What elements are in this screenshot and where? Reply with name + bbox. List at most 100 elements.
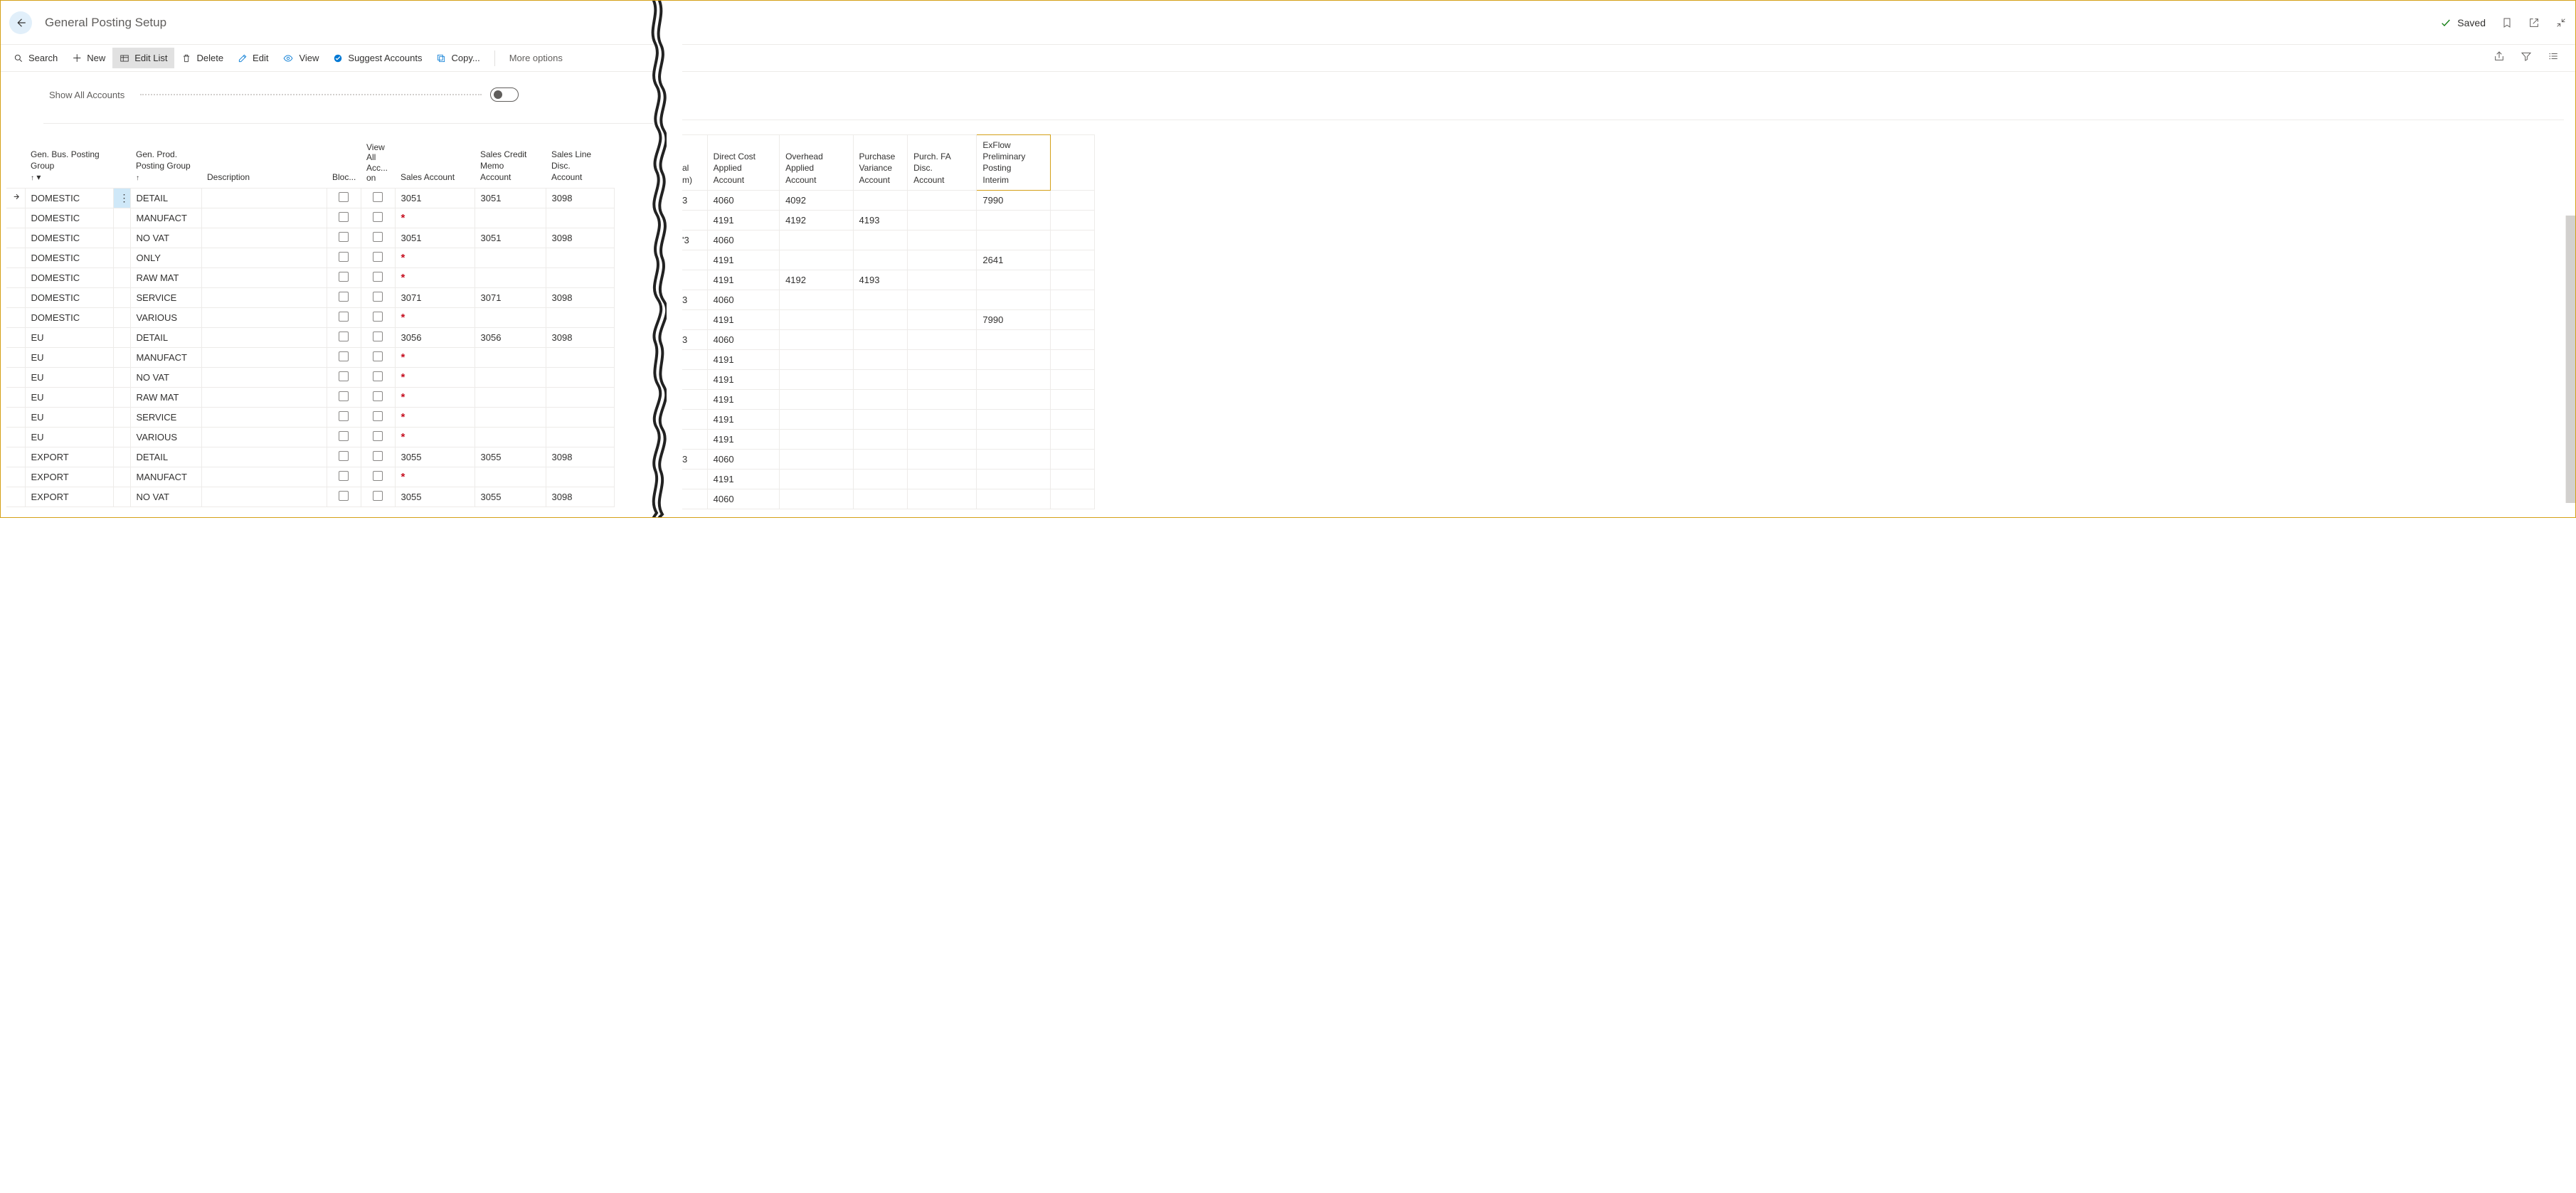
- cell-blocked[interactable]: [327, 208, 361, 228]
- cell-gen-bus[interactable]: EXPORT: [25, 467, 113, 487]
- cell-cut[interactable]: [682, 409, 707, 429]
- cell-blocked[interactable]: [327, 487, 361, 507]
- cell-description[interactable]: [201, 208, 327, 228]
- cell-overhead[interactable]: [780, 449, 853, 469]
- cell-gen-prod[interactable]: DETAIL: [130, 188, 201, 208]
- row-menu[interactable]: [113, 467, 130, 487]
- collapse-button[interactable]: [2555, 13, 2567, 33]
- cell-exflow[interactable]: [977, 230, 1050, 250]
- col-overhead[interactable]: OverheadAppliedAccount: [780, 135, 853, 191]
- cell-gen-prod[interactable]: NO VAT: [130, 228, 201, 248]
- cell-purchase-variance[interactable]: [853, 369, 908, 389]
- table-row[interactable]: 34060: [682, 449, 1095, 469]
- cell-sales-account[interactable]: *: [395, 367, 475, 387]
- cell-purch-fa[interactable]: [908, 329, 977, 349]
- cell-view-all[interactable]: [361, 287, 395, 307]
- cell-gen-prod[interactable]: SERVICE: [130, 287, 201, 307]
- cell-cut[interactable]: [682, 469, 707, 489]
- table-row[interactable]: 4060: [682, 489, 1095, 509]
- cell-gen-bus[interactable]: DOMESTIC: [25, 307, 113, 327]
- row-menu[interactable]: [113, 307, 130, 327]
- table-row[interactable]: 419141924193: [682, 210, 1095, 230]
- row-indicator[interactable]: [6, 447, 25, 467]
- row-indicator[interactable]: [6, 347, 25, 367]
- cell-gen-prod[interactable]: RAW MAT: [130, 267, 201, 287]
- cell-purch-fa[interactable]: [908, 210, 977, 230]
- table-row[interactable]: 41917990: [682, 309, 1095, 329]
- cell-cut[interactable]: 3: [682, 190, 707, 210]
- cell-blocked[interactable]: [327, 248, 361, 267]
- row-indicator[interactable]: [6, 307, 25, 327]
- cell-direct-cost[interactable]: 4191: [707, 409, 779, 429]
- row-menu[interactable]: [113, 347, 130, 367]
- cell-cut[interactable]: [682, 270, 707, 290]
- cell-view-all[interactable]: [361, 188, 395, 208]
- cell-sales-credit[interactable]: 3055: [475, 487, 546, 507]
- row-indicator[interactable]: [6, 267, 25, 287]
- cell-gen-prod[interactable]: MANUFACT: [130, 467, 201, 487]
- cell-view-all[interactable]: [361, 367, 395, 387]
- cell-overhead[interactable]: [780, 309, 853, 329]
- cell-blocked[interactable]: [327, 447, 361, 467]
- cell-gen-bus[interactable]: EU: [25, 367, 113, 387]
- cell-direct-cost[interactable]: 4191: [707, 389, 779, 409]
- cell-description[interactable]: [201, 248, 327, 267]
- cell-view-all[interactable]: [361, 347, 395, 367]
- table-row[interactable]: 41912641: [682, 250, 1095, 270]
- cell-sales-account[interactable]: 3071: [395, 287, 475, 307]
- search-button[interactable]: Search: [6, 48, 65, 68]
- cell-description[interactable]: [201, 347, 327, 367]
- cell-sales-line-disc[interactable]: 3098: [546, 287, 614, 307]
- table-row[interactable]: '34060: [682, 230, 1095, 250]
- cell-gen-prod[interactable]: RAW MAT: [130, 387, 201, 407]
- back-button[interactable]: [9, 11, 32, 34]
- cell-view-all[interactable]: [361, 387, 395, 407]
- row-indicator[interactable]: [6, 287, 25, 307]
- cell-purchase-variance[interactable]: [853, 489, 908, 509]
- cell-blocked[interactable]: [327, 347, 361, 367]
- cell-sales-account[interactable]: *: [395, 208, 475, 228]
- cell-sales-line-disc[interactable]: [546, 307, 614, 327]
- cell-view-all[interactable]: [361, 447, 395, 467]
- cell-description[interactable]: [201, 387, 327, 407]
- cell-direct-cost[interactable]: 4191: [707, 469, 779, 489]
- cell-blocked[interactable]: [327, 228, 361, 248]
- cell-overhead[interactable]: [780, 230, 853, 250]
- table-row[interactable]: DOMESTICONLY*: [6, 248, 614, 267]
- cell-direct-cost[interactable]: 4191: [707, 349, 779, 369]
- cell-purch-fa[interactable]: [908, 250, 977, 270]
- cell-purch-fa[interactable]: [908, 429, 977, 449]
- cell-sales-line-disc[interactable]: 3098: [546, 188, 614, 208]
- cell-purchase-variance[interactable]: [853, 329, 908, 349]
- cell-direct-cost[interactable]: 4191: [707, 369, 779, 389]
- table-row[interactable]: DOMESTIC⋮DETAIL305130513098: [6, 188, 614, 208]
- edit-button[interactable]: Edit: [230, 48, 275, 68]
- cell-sales-credit[interactable]: [475, 347, 546, 367]
- row-menu[interactable]: [113, 287, 130, 307]
- cell-direct-cost[interactable]: 4191: [707, 270, 779, 290]
- cell-purchase-variance[interactable]: [853, 190, 908, 210]
- cell-gen-prod[interactable]: VARIOUS: [130, 427, 201, 447]
- cell-direct-cost[interactable]: 4060: [707, 230, 779, 250]
- cell-gen-prod[interactable]: DETAIL: [130, 447, 201, 467]
- cell-purchase-variance[interactable]: [853, 429, 908, 449]
- cell-view-all[interactable]: [361, 487, 395, 507]
- col-view-all[interactable]: ViewAllAcc...on: [361, 138, 395, 188]
- bookmark-button[interactable]: [2501, 13, 2513, 33]
- cell-exflow[interactable]: [977, 389, 1050, 409]
- cell-gen-bus[interactable]: EXPORT: [25, 487, 113, 507]
- table-row[interactable]: 4191: [682, 389, 1095, 409]
- cell-sales-line-disc[interactable]: 3098: [546, 487, 614, 507]
- cell-direct-cost[interactable]: 4060: [707, 290, 779, 309]
- new-button[interactable]: ＋ New: [65, 48, 112, 68]
- cell-purch-fa[interactable]: [908, 409, 977, 429]
- cell-description[interactable]: [201, 407, 327, 427]
- cell-sales-account[interactable]: *: [395, 407, 475, 427]
- cell-sales-credit[interactable]: [475, 467, 546, 487]
- row-indicator[interactable]: [6, 387, 25, 407]
- cell-sales-line-disc[interactable]: 3098: [546, 228, 614, 248]
- cell-blocked[interactable]: [327, 407, 361, 427]
- row-indicator[interactable]: [6, 208, 25, 228]
- cell-sales-account[interactable]: 3051: [395, 188, 475, 208]
- cell-purch-fa[interactable]: [908, 190, 977, 210]
